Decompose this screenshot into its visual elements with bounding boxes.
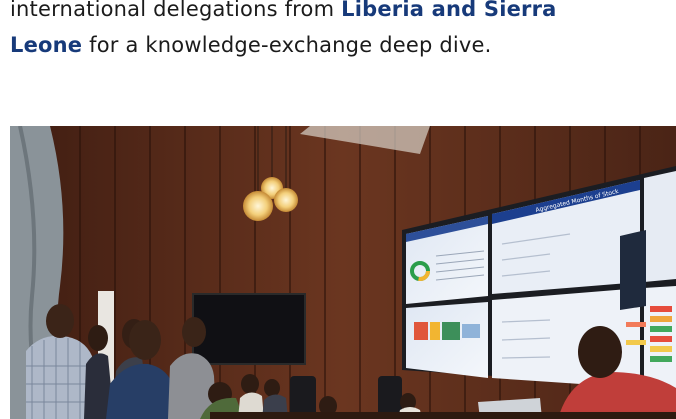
article-page: international delegations from Liberia a… [0,0,676,419]
paragraph-text-1: international delegations from [10,0,342,21]
country-highlight-2: Leone [10,33,83,57]
country-highlight: Liberia and Sierra [341,0,557,21]
photo-illustration: Aggregated Months of Stock [10,126,676,419]
paragraph-text-2: for a knowledge-exchange deep dive. [82,33,492,57]
pendant-lamp [274,188,298,212]
paragraph-line-2: Leone for a knowledge-exchange deep dive… [10,27,676,63]
paragraph-line-1: international delegations from Liberia a… [10,0,676,27]
conference-table [210,412,676,419]
pendant-lamp [243,191,273,221]
delegation-photo: Aggregated Months of Stock [10,126,676,419]
article-paragraph: international delegations from Liberia a… [10,0,676,63]
wall-tv [192,293,306,365]
